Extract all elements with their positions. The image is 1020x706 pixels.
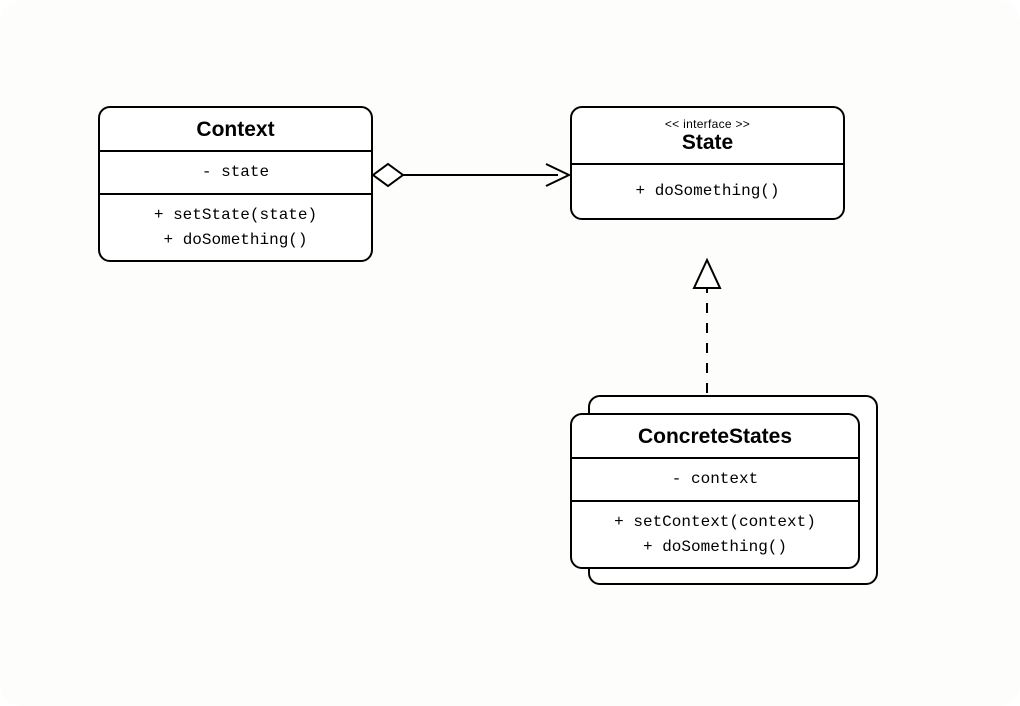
uml-class-context: Context - state + setState(state) + doSo… (98, 106, 373, 262)
uml-operation-compartment: + setContext(context) + doSomething() (572, 502, 858, 568)
uml-attribute: - context (582, 467, 848, 492)
uml-class-concrete-states: ConcreteStates - context + setContext(co… (570, 413, 860, 569)
uml-attribute-compartment: - context (572, 459, 858, 502)
uml-class-name: Context (100, 108, 371, 152)
uml-class-name: State (572, 130, 843, 155)
uml-attribute: - state (110, 160, 361, 185)
uml-class-header: << interface >> State (572, 108, 843, 165)
open-arrowhead-icon (546, 164, 569, 186)
uml-attribute-compartment: - state (100, 152, 371, 195)
uml-operation-compartment: + setState(state) + doSomething() (100, 195, 371, 261)
uml-operation-compartment: + doSomething() (572, 165, 843, 218)
uml-operation: + setContext(context) (582, 510, 848, 535)
uml-class-name: ConcreteStates (572, 415, 858, 459)
uml-operation: + doSomething() (110, 228, 361, 253)
uml-operation: + doSomething() (582, 179, 833, 204)
aggregation-edge (373, 164, 569, 186)
diagram-canvas: Context - state + setState(state) + doSo… (0, 0, 1020, 706)
hollow-triangle-arrowhead-icon (694, 260, 720, 288)
realization-edge (694, 260, 720, 413)
uml-operation: + setState(state) (110, 203, 361, 228)
aggregation-diamond-icon (373, 164, 403, 186)
uml-interface-state: << interface >> State + doSomething() (570, 106, 845, 220)
uml-stereotype: << interface >> (572, 108, 843, 130)
uml-operation: + doSomething() (582, 535, 848, 560)
